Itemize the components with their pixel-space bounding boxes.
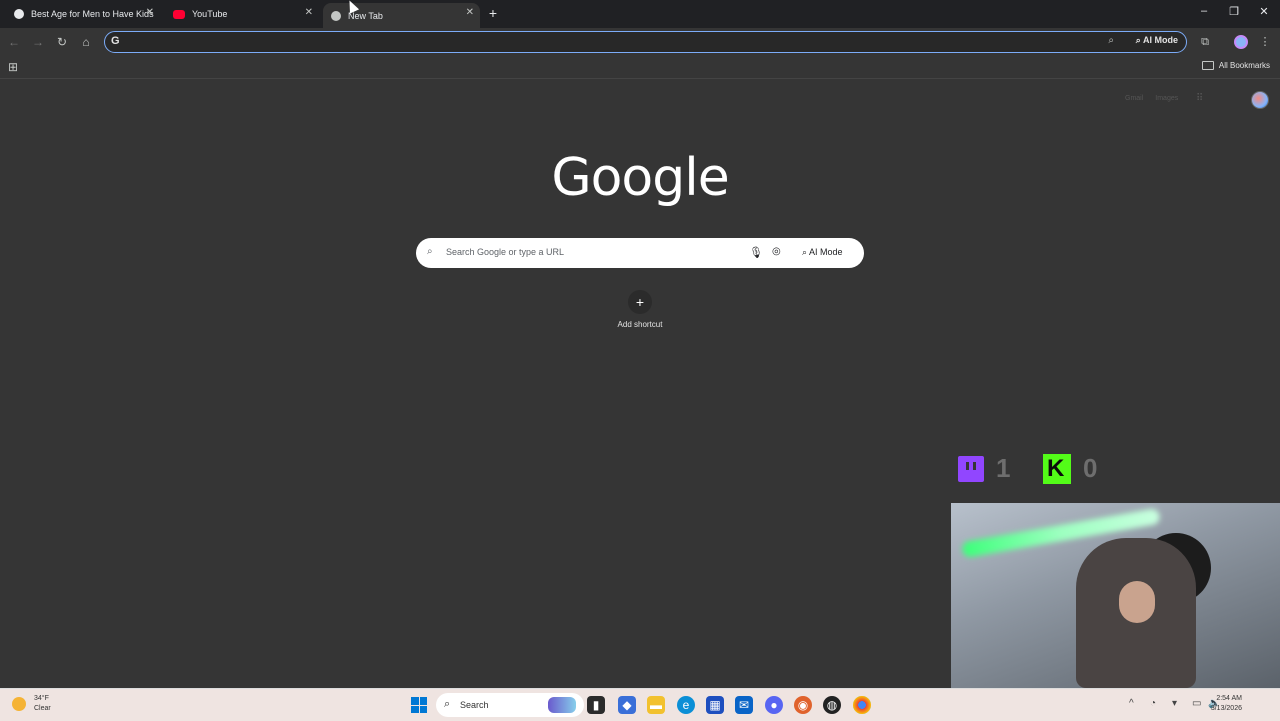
streamer-face <box>1119 581 1155 623</box>
tab-title: YouTube <box>192 9 228 19</box>
chrome-taskbar-icon[interactable] <box>853 696 871 714</box>
task-view-icon[interactable]: ▮ <box>587 696 605 714</box>
ai-mode-button[interactable]: ⌕ AI Mode <box>802 247 843 258</box>
reload-button[interactable]: ↻ <box>54 34 70 50</box>
kick-counter: K 0 <box>1043 453 1097 484</box>
moon-icon <box>12 697 26 711</box>
google-apps-icon[interactable]: ⠿ <box>1196 93 1203 104</box>
restore-button[interactable]: ❐ <box>1226 5 1242 18</box>
all-bookmarks-button[interactable]: All Bookmarks <box>1201 61 1270 70</box>
tab-youtube[interactable]: YouTube ✕ <box>165 3 319 25</box>
ai-mode-button[interactable]: ⌕ AI Mode <box>1136 35 1178 46</box>
add-shortcut-button[interactable]: + Add shortcut <box>610 290 670 329</box>
firefox-icon[interactable]: ◉ <box>794 696 812 714</box>
outlook-icon[interactable]: ✉ <box>735 696 753 714</box>
search-icon: ⌕ <box>427 246 433 257</box>
close-window-button[interactable]: ✕ <box>1256 5 1272 18</box>
close-icon[interactable]: ✕ <box>305 7 313 18</box>
store-icon[interactable]: ▦ <box>706 696 724 714</box>
twitch-icon <box>958 455 984 482</box>
search-icon[interactable]: ⌕ <box>1108 35 1114 46</box>
weather-temp: 34°F <box>34 695 49 702</box>
file-explorer-icon[interactable]: ▬ <box>647 696 665 714</box>
obs-icon[interactable]: ◍ <box>823 696 841 714</box>
taskbar: 34°F Clear ⌕ Search ▮ ◆ ▬ e ▦ ✉ ● ◉ ◍ ^ … <box>0 688 1280 721</box>
taskbar-search[interactable]: ⌕ Search <box>436 693 584 717</box>
profile-avatar[interactable] <box>1234 35 1248 49</box>
discord-icon[interactable]: ● <box>765 696 783 714</box>
search-icon: ⌕ <box>444 698 451 710</box>
address-bar[interactable]: G ⌕ ⌕ AI Mode <box>104 31 1187 53</box>
start-button[interactable] <box>411 697 427 713</box>
chrome-icon <box>331 10 341 21</box>
chatgpt-icon <box>14 9 24 19</box>
weather-widget[interactable]: 34°F Clear <box>12 694 51 714</box>
tab-title: Best Age for Men to Have Kids <box>31 9 154 19</box>
kick-count: 0 <box>1083 453 1098 483</box>
tab-search-icon[interactable]: ⧉ <box>1197 34 1213 50</box>
folder-icon <box>1201 61 1214 70</box>
new-tab-button[interactable]: + <box>485 5 501 21</box>
twitch-counter: 1 <box>958 453 1010 484</box>
taskbar-search-label: Search <box>460 700 489 710</box>
search-placeholder: Search Google or type a URL <box>446 247 565 257</box>
youtube-icon <box>173 9 185 19</box>
gmail-link[interactable]: Gmail <box>1125 95 1143 102</box>
chevron-up-icon[interactable]: ^ <box>1129 698 1134 709</box>
account-avatar[interactable] <box>1251 91 1269 109</box>
images-link[interactable]: Images <box>1155 95 1178 102</box>
apps-grid-icon[interactable]: ⊞ <box>8 60 18 74</box>
search-highlight-icon <box>548 697 576 713</box>
toolbar: ← → ↻ ⌂ G ⌕ ⌕ AI Mode ⧉ ⋮ <box>0 28 1280 56</box>
edge-icon[interactable]: e <box>677 696 695 714</box>
close-icon[interactable]: ✕ <box>466 7 474 18</box>
display-icon[interactable]: ▭ <box>1192 698 1201 709</box>
kick-icon: K <box>1043 453 1071 484</box>
network-icon[interactable]: ◔ <box>1150 698 1156 709</box>
weather-cond: Clear <box>34 705 51 712</box>
minimize-button[interactable]: – <box>1196 5 1212 17</box>
google-logo: Google <box>551 148 729 208</box>
close-icon[interactable]: ✕ <box>146 7 154 18</box>
google-g-icon: G <box>111 35 120 47</box>
plus-icon: + <box>628 290 652 314</box>
copilot-icon[interactable]: ◆ <box>618 696 636 714</box>
tab-strip: Best Age for Men to Have Kids ✕ YouTube … <box>0 0 1280 28</box>
menu-icon[interactable]: ⋮ <box>1257 34 1273 50</box>
date: 3/13/2026 <box>1210 705 1242 712</box>
gpu-icon[interactable]: ▾ <box>1172 698 1177 709</box>
webcam-feed <box>951 503 1280 688</box>
lens-camera-icon[interactable]: ◎ <box>772 246 781 257</box>
twitch-count: 1 <box>996 453 1011 483</box>
ntp-search-box[interactable]: ⌕ Search Google or type a URL 🎙 ◎ ⌕ AI M… <box>416 238 864 268</box>
time: 2:54 AM <box>1216 695 1242 702</box>
home-button[interactable]: ⌂ <box>78 34 94 50</box>
ntp-top-links: Gmail Images <box>1125 95 1178 102</box>
clock[interactable]: 2:54 AM 3/13/2026 <box>1211 694 1242 714</box>
forward-button[interactable]: → <box>30 34 46 50</box>
bookmarks-bar: ⊞ All Bookmarks <box>0 56 1280 79</box>
shortcut-label: Add shortcut <box>617 320 663 329</box>
tab-best-age[interactable]: Best Age for Men to Have Kids ✕ <box>6 3 160 25</box>
microphone-icon[interactable]: 🎙 <box>749 246 763 259</box>
back-button[interactable]: ← <box>6 34 22 50</box>
